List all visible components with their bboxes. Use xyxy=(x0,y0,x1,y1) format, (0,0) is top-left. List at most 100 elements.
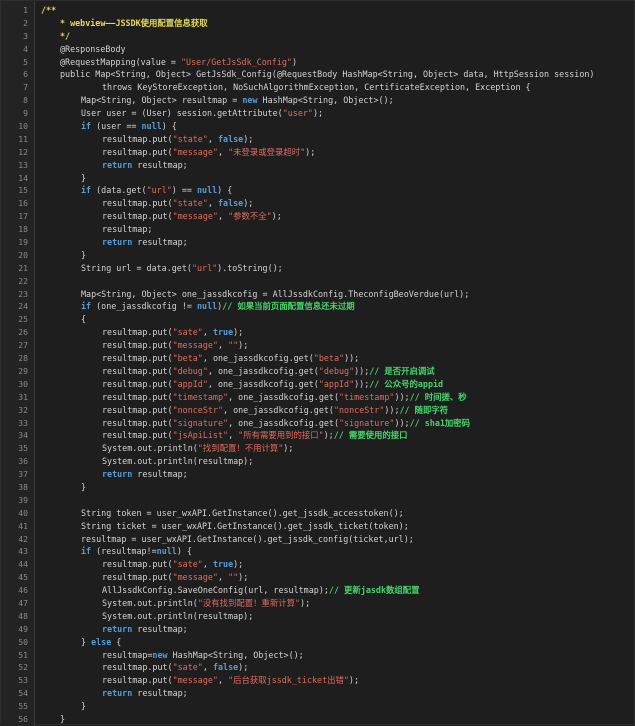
code-keyword: return xyxy=(102,688,133,699)
code-line[interactable]: 54 return resultmap; xyxy=(1,687,635,700)
code-line[interactable]: 30 resultmap.put("appId", one_jassdkcofig… xyxy=(1,378,635,391)
code-line[interactable]: 7 throws KeyStoreException, NoSuchAlgorit… xyxy=(1,81,635,94)
code-line[interactable]: 53 resultmap.put("message", "后台获取jssdk_ti… xyxy=(1,674,635,687)
code-text: return resultmap; xyxy=(102,687,188,700)
code-line[interactable]: 28 resultmap.put("beta", one_jassdkcofig.… xyxy=(1,352,635,365)
code-line[interactable]: 20} xyxy=(1,249,635,262)
code-line[interactable]: 26 resultmap.put("sate", true); xyxy=(1,326,635,339)
code-line[interactable]: 17 resultmap.put("message", "参数不全"); xyxy=(1,210,635,223)
code-string: "url" xyxy=(146,185,172,196)
code-keyword: if xyxy=(81,301,92,312)
code-line[interactable]: 34 resultmap.put("jsApiList", "所有需要用到的接口"… xyxy=(1,429,635,442)
code-token: ); xyxy=(233,327,244,338)
code-line[interactable]: 5 @RequestMapping(value = "User/GetJsSdk_… xyxy=(1,56,635,69)
code-line[interactable]: 43 if (resultmap!=null) { xyxy=(1,545,635,558)
code-string: "appId" xyxy=(318,378,355,389)
code-line[interactable]: 46 AllJssdkConfig.SaveOneConfig(url, resu… xyxy=(1,584,635,597)
code-line[interactable]: 23 Map<String, Object> one_jassdkcofig = … xyxy=(1,288,635,301)
code-token: , xyxy=(228,430,239,441)
code-area[interactable]: 1 /** 2 * webview——JSSDK使用配置信息获取 3 */ 4 @Respon… xyxy=(1,4,635,726)
line-number: 30 xyxy=(18,378,28,389)
code-token: User user = (User) session.getAttribute( xyxy=(81,108,283,119)
code-line[interactable]: 35 System.out.println("找到配置！不用计算"); xyxy=(1,442,635,455)
code-text: String url = data.get("url").toString(); xyxy=(81,262,283,275)
code-line[interactable]: 47 System.out.println("没有找到配置！重新计算"); xyxy=(1,597,635,610)
code-line[interactable]: 50} else { xyxy=(1,636,635,649)
line-number: 2 xyxy=(23,17,28,28)
code-line[interactable]: 2 * webview——JSSDK使用配置信息获取 xyxy=(1,17,635,30)
line-number: 24 xyxy=(18,301,28,312)
code-line[interactable]: 45 resultmap.put("message", ""); xyxy=(1,571,635,584)
code-line[interactable]: 11 resultmap.put("state", false); xyxy=(1,133,635,146)
code-line[interactable]: 1 /** xyxy=(1,4,635,17)
code-token: , one_jassdkcofig.get( xyxy=(207,365,319,376)
code-line[interactable]: 37 return resultmap; xyxy=(1,468,635,481)
code-line[interactable]: 4 @ResponseBody xyxy=(1,43,635,56)
code-text: System.out.println(resultmap); xyxy=(102,610,253,623)
code-token: } xyxy=(81,172,87,183)
code-editor[interactable]: 1 /** 2 * webview——JSSDK使用配置信息获取 3 */ 4 @Respon… xyxy=(0,0,635,726)
code-line[interactable]: 24 if (one_jassdkcofig != null)// 如果当前页面配… xyxy=(1,300,635,313)
code-token: , xyxy=(202,662,213,673)
code-line[interactable]: 36 System.out.println(resultmap); xyxy=(1,455,635,468)
code-line[interactable]: 51 resultmap=new HashMap<String, Object>(… xyxy=(1,649,635,662)
code-line[interactable]: 19 return resultmap; xyxy=(1,236,635,249)
code-line[interactable]: 49 return resultmap; xyxy=(1,623,635,636)
code-line[interactable]: 42 resultmap = user_wxAPI.GetInstance().g… xyxy=(1,533,635,546)
code-string: "signature" xyxy=(339,417,395,428)
code-text: resultmap.put("debug", one_jassdkcofig.g… xyxy=(102,365,435,378)
code-string: "jsApiList" xyxy=(172,430,229,441)
code-string: "state" xyxy=(172,133,208,144)
code-line[interactable]: 27 resultmap.put("message", ""); xyxy=(1,339,635,352)
code-line[interactable]: 13 return resultmap; xyxy=(1,159,635,172)
code-line[interactable]: 31 resultmap.put("timestamp", one_jassdkc… xyxy=(1,391,635,404)
code-token: , xyxy=(207,133,218,144)
code-line[interactable]: 18 resultmap; xyxy=(1,223,635,236)
code-line[interactable]: 33 resultmap.put("signature", one_jassdkc… xyxy=(1,417,635,430)
code-text: return resultmap; xyxy=(102,159,188,172)
line-number: 45 xyxy=(18,572,28,583)
code-line[interactable]: 21 String url = data.get("url").toString(… xyxy=(1,262,635,275)
code-line[interactable]: 14} xyxy=(1,172,635,185)
code-line[interactable]: 38} xyxy=(1,481,635,494)
code-keyword: new xyxy=(242,95,258,106)
code-line[interactable]: 55} xyxy=(1,700,635,713)
code-line[interactable]: 3 */ xyxy=(1,30,635,43)
code-line[interactable]: 15 if (data.get("url") == null) { xyxy=(1,184,635,197)
code-line[interactable]: 48 System.out.println(resultmap); xyxy=(1,610,635,623)
code-line[interactable]: 29 resultmap.put("debug", one_jassdkcofig… xyxy=(1,365,635,378)
code-token: resultmap.put( xyxy=(102,572,173,583)
code-text: throws KeyStoreException, NoSuchAlgorith… xyxy=(102,81,531,94)
code-token: resultmap.put( xyxy=(102,378,173,389)
code-comment: // 时间搓、秒 xyxy=(409,391,467,402)
code-line[interactable]: 39 xyxy=(1,494,635,507)
line-number: 42 xyxy=(18,533,28,544)
code-token: @RequestMapping(value = xyxy=(60,56,182,67)
code-string: "appId" xyxy=(172,378,208,389)
code-line[interactable]: 10 if (user == null) { xyxy=(1,120,635,133)
code-token: , xyxy=(217,572,229,583)
code-text: AllJssdkConfig.SaveOneConfig(url, result… xyxy=(102,584,420,597)
code-token: } xyxy=(81,481,87,492)
code-text: resultmap.put("timestamp", one_jassdkcof… xyxy=(102,391,467,404)
code-line[interactable]: 6 public Map<String, Object> GetJsSdk_Con… xyxy=(1,68,635,81)
code-keyword: if xyxy=(81,121,92,132)
code-line[interactable]: 52 resultmap.put("sate", false); xyxy=(1,661,635,674)
code-line[interactable]: 32 resultmap.put("nonceStr", one_jassdkco… xyxy=(1,404,635,417)
code-line[interactable]: 9 User user = (User) session.getAttribute… xyxy=(1,107,635,120)
code-line[interactable]: 8 Map<String, Object> resultmap = new Has… xyxy=(1,94,635,107)
code-token: { xyxy=(111,636,122,647)
code-line[interactable]: 44 resultmap.put("sate", true); xyxy=(1,558,635,571)
code-line[interactable]: 40 String token = user_wxAPI.GetInstance(… xyxy=(1,507,635,520)
code-text: } xyxy=(81,481,86,494)
line-number: 36 xyxy=(18,456,28,467)
code-text: resultmap=new HashMap<String, Object>(); xyxy=(102,649,304,662)
code-line[interactable]: 41 String ticket = user_wxAPI.GetInstance… xyxy=(1,520,635,533)
code-line[interactable]: 56} xyxy=(1,713,635,726)
code-line[interactable]: 25 { xyxy=(1,313,635,326)
code-line[interactable]: 16 resultmap.put("state", false); xyxy=(1,197,635,210)
code-text: if (one_jassdkcofig != null)// 如果当前页面配置信… xyxy=(81,300,355,313)
code-line[interactable]: 22 xyxy=(1,275,635,288)
code-keyword: return xyxy=(102,159,133,170)
code-line[interactable]: 12 resultmap.put("message", "未登录或登录超时"); xyxy=(1,146,635,159)
